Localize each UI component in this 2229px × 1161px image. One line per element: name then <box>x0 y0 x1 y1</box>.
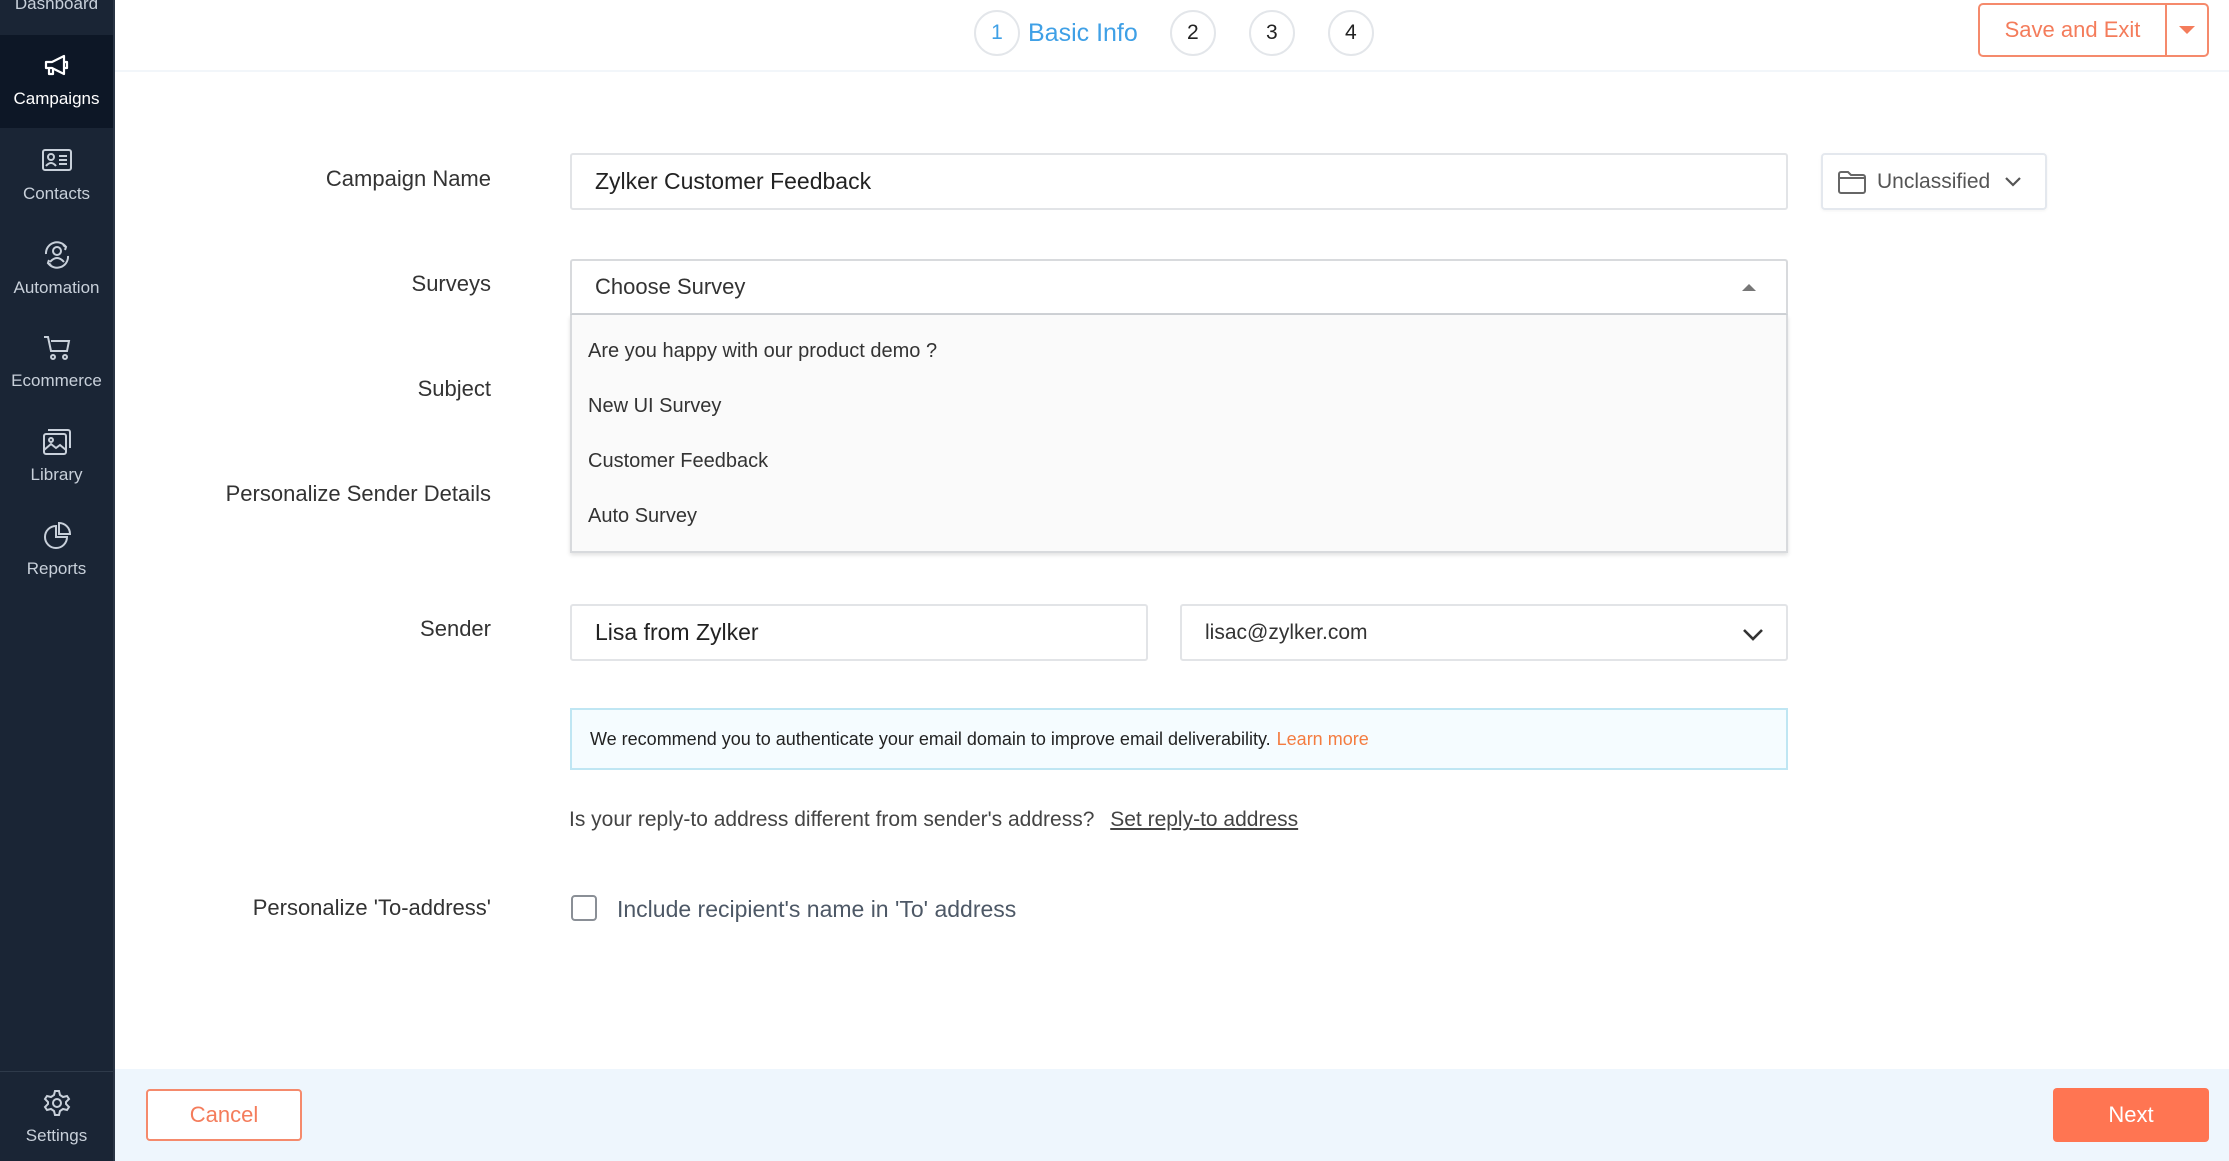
sidebar-item-label: Settings <box>25 1126 88 1145</box>
sidebar-item-ecommerce[interactable]: Ecommerce <box>0 333 113 413</box>
sidebar: Dashboard Campaigns Contacts Automation <box>0 0 115 1161</box>
survey-select[interactable]: Choose Survey <box>570 259 1788 315</box>
personalize-sender-label: Personalize Sender Details <box>225 481 491 506</box>
image-library-icon <box>42 429 71 455</box>
cart-icon <box>43 336 70 360</box>
folder-select[interactable]: Unclassified <box>1821 153 2047 210</box>
next-button[interactable]: Next <box>2053 1088 2209 1142</box>
save-and-exit-group: Save and Exit <box>1978 3 2209 57</box>
notice-text: We recommend you to authenticate your em… <box>590 728 1271 749</box>
cancel-button[interactable]: Cancel <box>146 1089 302 1141</box>
wizard-steps: 1 Basic Info 2 3 4 <box>974 10 1374 56</box>
set-reply-to-link[interactable]: Set reply-to address <box>1110 808 1298 831</box>
survey-select-placeholder: Choose Survey <box>595 274 746 299</box>
sender-name-input[interactable]: Lisa from Zylker <box>570 604 1148 661</box>
sidebar-item-automation[interactable]: Automation <box>0 240 113 320</box>
megaphone-icon <box>44 54 68 76</box>
step-3[interactable]: 3 <box>1248 10 1295 56</box>
footer-bar <box>115 1069 2229 1161</box>
personalize-to-address-label: Personalize 'To-address' <box>252 895 491 920</box>
sender-email-value: lisac@zylker.com <box>1205 620 1368 644</box>
save-options-dropdown[interactable] <box>2167 5 2207 55</box>
sidebar-item-label: Ecommerce <box>11 371 102 390</box>
step-2[interactable]: 2 <box>1169 10 1216 56</box>
sidebar-item-library[interactable]: Library <box>0 427 113 507</box>
chevron-down-icon <box>1743 629 1763 641</box>
include-recipient-name-label[interactable]: Include recipient's name in 'To' address <box>617 896 1016 923</box>
sidebar-divider <box>0 1071 113 1072</box>
step-1[interactable]: 1 <box>974 10 1020 56</box>
survey-option[interactable]: Customer Feedback <box>572 434 1786 489</box>
chevron-down-icon <box>2005 176 2021 187</box>
reply-to-question: Is your reply-to address different from … <box>569 808 1095 831</box>
sidebar-item-reports[interactable]: Reports <box>0 521 113 601</box>
learn-more-link[interactable]: Learn more <box>1277 729 1369 750</box>
step-4[interactable]: 4 <box>1327 10 1374 56</box>
sender-label: Sender <box>420 616 491 641</box>
step-1-label: Basic Info <box>1028 18 1138 47</box>
subject-label: Subject <box>417 376 491 401</box>
sidebar-item-label: Dashboard <box>14 0 99 13</box>
pie-chart-icon <box>43 521 71 549</box>
sidebar-item-contacts[interactable]: Contacts <box>0 146 113 226</box>
survey-dropdown-list: Are you happy with our product demo ? Ne… <box>570 315 1788 553</box>
survey-option[interactable]: Auto Survey <box>572 489 1786 544</box>
automation-icon <box>44 241 69 269</box>
sidebar-item-label: Automation <box>13 278 100 297</box>
include-recipient-name-checkbox[interactable] <box>571 895 597 921</box>
save-and-exit-button[interactable]: Save and Exit <box>1980 5 2167 55</box>
sidebar-item-label: Library <box>30 465 83 484</box>
domain-auth-notice: We recommend you to authenticate your em… <box>570 708 1788 770</box>
campaign-name-input[interactable]: Zylker Customer Feedback <box>570 153 1788 210</box>
sidebar-item-campaigns[interactable]: Campaigns <box>0 35 113 128</box>
campaign-name-label: Campaign Name <box>325 166 491 191</box>
gear-icon <box>43 1090 70 1116</box>
sidebar-item-dashboard[interactable]: Dashboard <box>0 0 113 32</box>
sidebar-item-label: Contacts <box>22 184 91 203</box>
reply-to-row: Is your reply-to address different from … <box>569 808 1298 832</box>
folder-select-value: Unclassified <box>1877 169 1991 193</box>
caret-down-icon <box>2179 26 2195 34</box>
sidebar-item-label: Campaigns <box>13 89 100 108</box>
caret-up-icon <box>1742 284 1756 291</box>
contact-card-icon <box>41 149 72 171</box>
surveys-label: Surveys <box>411 271 491 296</box>
folder-icon <box>1838 170 1866 194</box>
sidebar-item-settings[interactable]: Settings <box>0 1088 113 1158</box>
survey-option[interactable]: New UI Survey <box>572 379 1786 434</box>
sidebar-item-label: Reports <box>26 559 87 578</box>
sender-email-select[interactable]: lisac@zylker.com <box>1180 604 1788 661</box>
survey-option[interactable]: Are you happy with our product demo ? <box>572 324 1786 379</box>
